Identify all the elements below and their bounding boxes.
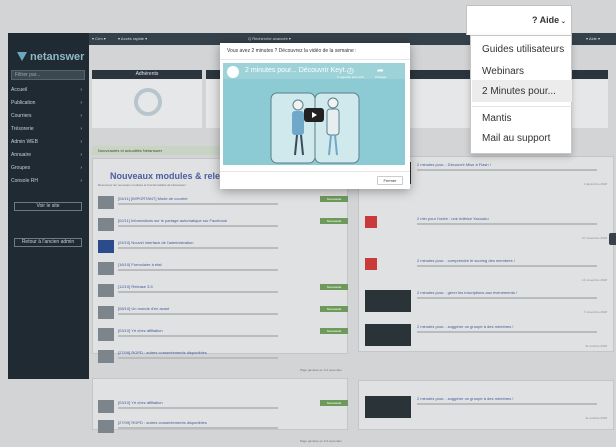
sidebar-item-groupes[interactable]: Groupes › bbox=[11, 164, 85, 173]
video-list-item[interactable]: 2 minutes pour... suggérer un groupe à d… bbox=[363, 392, 613, 422]
user-menu[interactable]: ▾ Aide ▾ bbox=[586, 35, 600, 43]
list-item[interactable]: [24/10] Nouvel interface de l'administra… bbox=[98, 238, 348, 258]
menu-item-webinars[interactable]: Webinars bbox=[482, 66, 524, 77]
share-icon[interactable]: ➦ bbox=[377, 66, 384, 75]
stat-card-title: Adhérents bbox=[92, 70, 202, 79]
sidebar-item-publication[interactable]: Publication › bbox=[11, 99, 85, 108]
view-site-button[interactable]: Voir le site bbox=[14, 202, 82, 211]
page-footer-2: Page générée en 0.4 secondes bbox=[300, 439, 342, 443]
sidebar-item-console-rh[interactable]: Console RH › bbox=[11, 177, 85, 186]
menu-item-guides[interactable]: Guides utilisateurs bbox=[482, 44, 564, 55]
help-menu-toggle[interactable]: ? Aide ⌄ bbox=[532, 15, 566, 25]
list-item[interactable]: [12/10] Release 3.5 Nouveauté bbox=[98, 282, 348, 302]
modal-title: Vous avez 2 minutes ? Découvrez la vidéo… bbox=[227, 48, 357, 54]
help-dropdown: Guides utilisateurs Webinars 2 Minutes p… bbox=[470, 35, 572, 154]
video-list-item[interactable]: 2 min pour l'ordre : une éditrice Yacoub… bbox=[363, 212, 613, 242]
clock-icon[interactable]: ◷ bbox=[347, 66, 354, 75]
channel-avatar[interactable] bbox=[227, 66, 239, 78]
logo: netanswer bbox=[8, 46, 89, 68]
quick-access-menu[interactable]: ▾ Accès rapide ▾ bbox=[118, 35, 147, 43]
sidebar-item-admin-web[interactable]: Admin WEB › bbox=[11, 138, 85, 147]
back-to-old-admin-button[interactable]: Retour à l'ancien admin bbox=[14, 238, 82, 247]
watch-later-label: À regarder plus tard bbox=[337, 75, 364, 79]
list-item[interactable]: [16/10] Formulaire à état bbox=[98, 260, 348, 280]
menu-item-mantis[interactable]: Mantis bbox=[482, 113, 511, 124]
video-player[interactable]: 2 minutes pour... Découvrir Keyt... ◷ ➦ … bbox=[223, 63, 405, 165]
advanced-search[interactable]: Q Recherche avancée ▾ bbox=[248, 35, 291, 43]
close-button[interactable]: Fermer bbox=[377, 176, 403, 185]
list-item[interactable]: [03/10] Yé chez affiliation Nouveauté bbox=[98, 326, 348, 346]
logo-mark-icon bbox=[17, 52, 27, 62]
list-item[interactable]: [27/09] RGPD : autres consentements disp… bbox=[98, 418, 348, 438]
video-list-item[interactable]: 2 minutes pour... suggérer un groupe à d… bbox=[363, 320, 613, 350]
list-item[interactable]: [02/11] Informations sur le partage auto… bbox=[98, 216, 348, 236]
panel-description: Découvrez les nouveaux modules et foncti… bbox=[98, 183, 186, 187]
play-icon[interactable] bbox=[304, 108, 324, 122]
list-item[interactable]: [27/09] RGPD : autres consentements disp… bbox=[98, 348, 348, 368]
side-tab-icon[interactable] bbox=[609, 233, 616, 245]
menu-item-support-mail[interactable]: Mail au support bbox=[482, 133, 550, 144]
sidebar-item-annuaire[interactable]: Annuaire › bbox=[11, 151, 85, 160]
page-footer: Page générée en 0.4 secondes bbox=[300, 368, 342, 372]
video-list-item[interactable]: 2 minutes pour... comprendre le scoring … bbox=[363, 254, 613, 284]
crm-menu[interactable]: ▾ Crm ▾ bbox=[92, 35, 106, 43]
list-item[interactable]: [08/10] Un monde d'en avant Nouveauté bbox=[98, 304, 348, 324]
stat-ring bbox=[134, 88, 162, 116]
share-label: Partager bbox=[375, 75, 387, 79]
sidebar-search-input[interactable]: Filtrer par... bbox=[11, 70, 85, 80]
sidebar-item-courriers[interactable]: Courriers › bbox=[11, 112, 85, 121]
sidebar-item-tresorerie[interactable]: Trésorerie › bbox=[11, 125, 85, 134]
video-title[interactable]: 2 minutes pour... Découvrir Keyt... bbox=[245, 67, 350, 74]
menu-divider bbox=[472, 106, 572, 107]
list-item[interactable]: [04/11] [IMPORTANT] Mode de courrier Nouv… bbox=[98, 194, 348, 214]
video-list-item[interactable]: 2 minutes pour... gérer les inscriptions… bbox=[363, 286, 613, 316]
weekly-video-modal: Vous avez 2 minutes ? Découvrez la vidéo… bbox=[220, 43, 410, 189]
list-item[interactable]: [03/10] Yé chez affiliation Nouveauté bbox=[98, 398, 348, 418]
menu-item-2-minutes[interactable]: 2 Minutes pour... bbox=[482, 86, 556, 97]
sidebar-item-accueil[interactable]: Accueil › bbox=[11, 86, 85, 95]
